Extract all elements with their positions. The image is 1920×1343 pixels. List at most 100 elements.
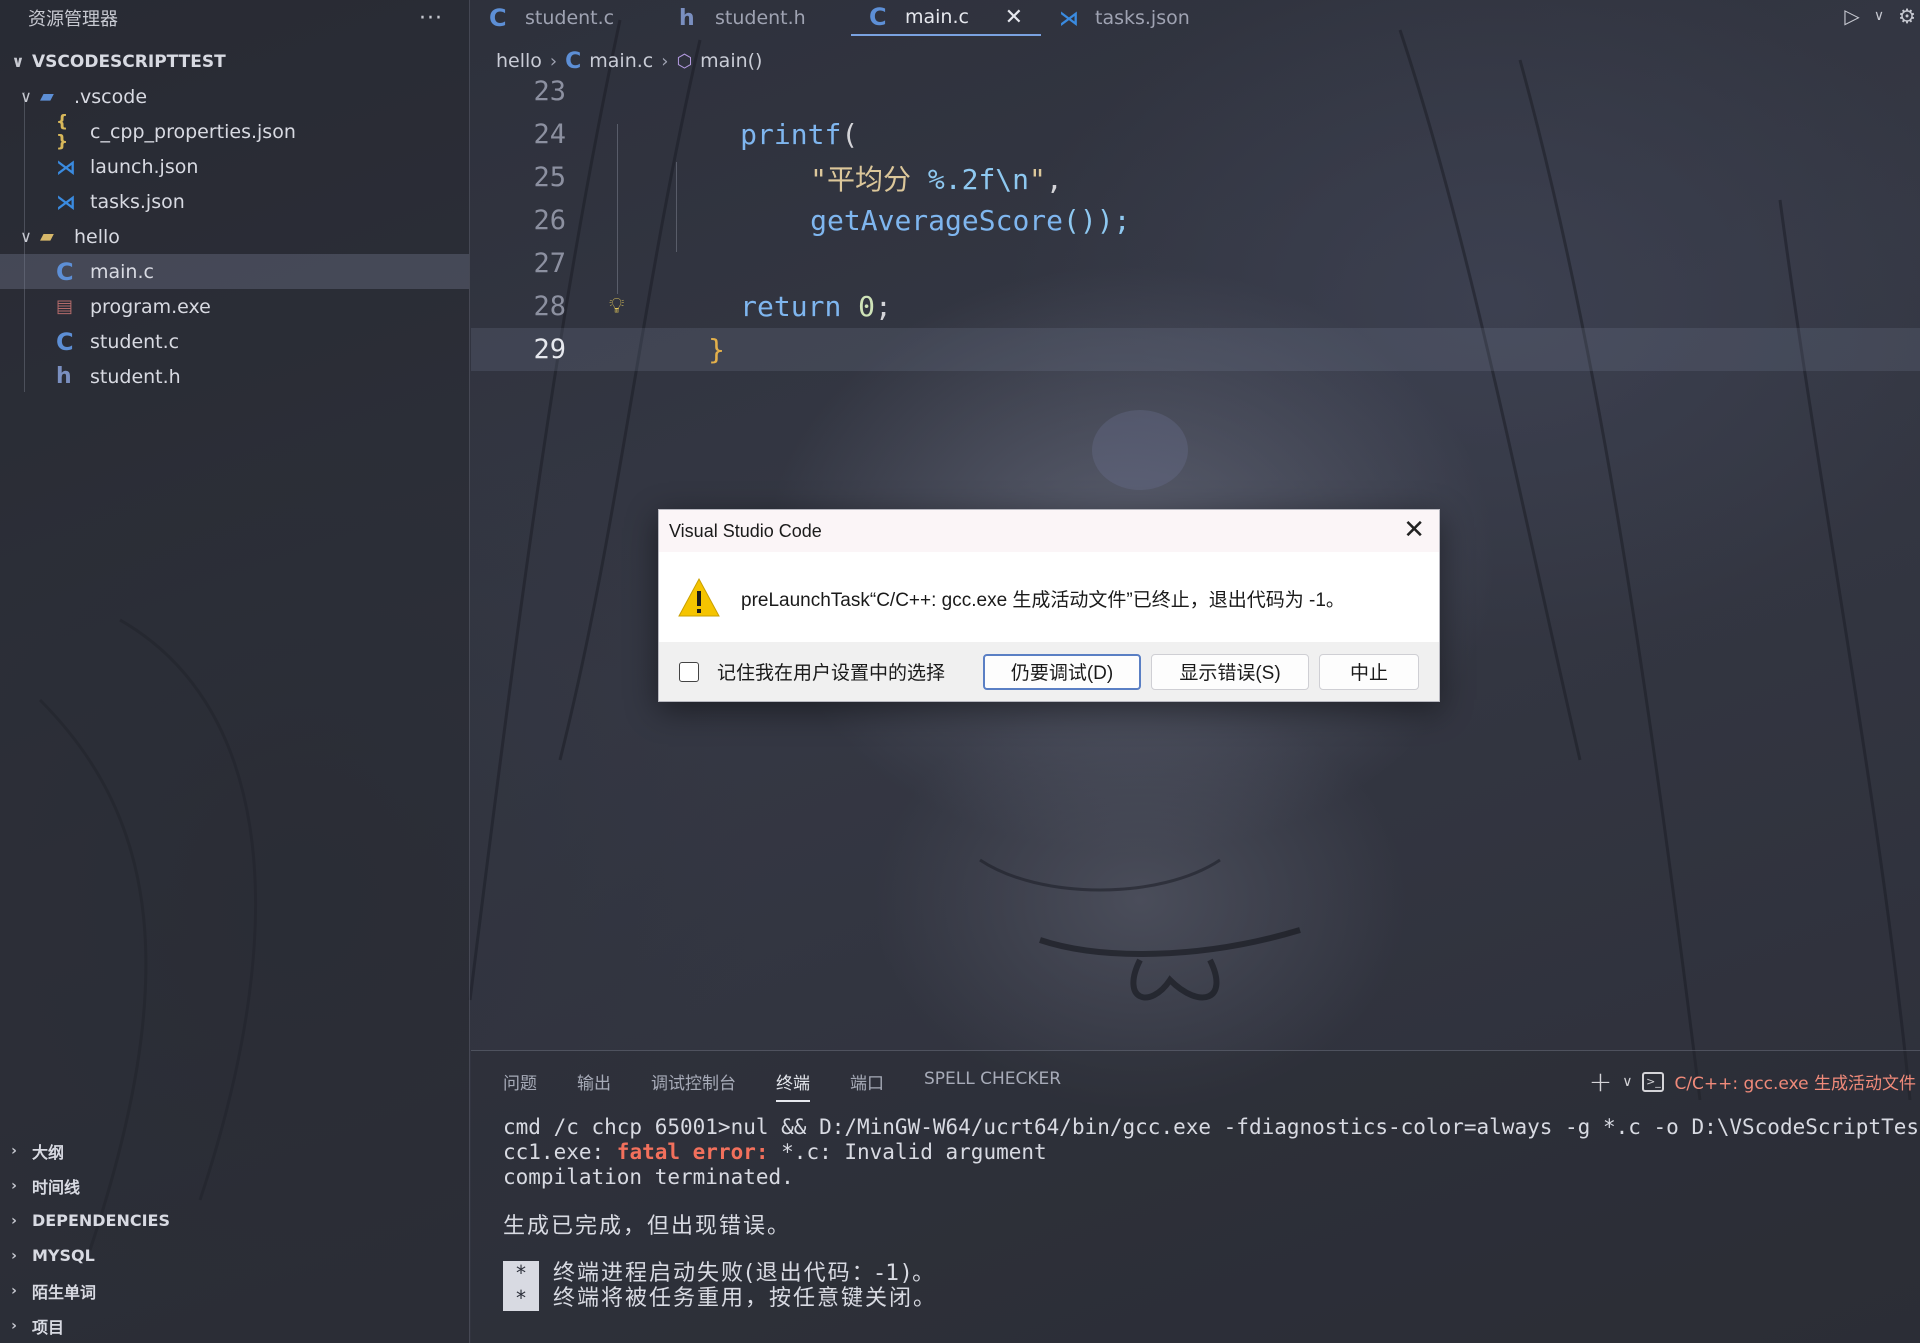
tab-ports[interactable]: 端口 (850, 1069, 884, 1102)
chevron-down-icon: ∨ (20, 227, 32, 246)
section-label: MYSQL (32, 1246, 95, 1265)
chevron-down-icon: ∨ (11, 52, 25, 71)
tab-label: tasks.json (1095, 7, 1190, 29)
chevron-down-icon[interactable]: ∨ (1874, 8, 1884, 28)
dialog-title: Visual Studio Code (669, 520, 822, 541)
close-icon[interactable]: ✕ (1403, 514, 1425, 545)
tab-student-h[interactable]: h student.h (661, 0, 851, 36)
more-actions-icon[interactable]: ··· (419, 6, 443, 31)
code-token: 0 (858, 290, 876, 323)
tab-tasks-json[interactable]: ⋊ tasks.json (1041, 0, 1231, 36)
section-outline[interactable]: › 大纲 (0, 1133, 469, 1168)
terminal-output[interactable]: cmd /c chcp 65001>nul && D:/MinGW-W64/uc… (503, 1115, 1919, 1311)
tab-student-c[interactable]: C student.c (471, 0, 661, 36)
terminal-line: 生成已完成，但出现错误。 (503, 1214, 792, 1239)
chevron-down-icon[interactable]: ∨ (1622, 1074, 1632, 1090)
code-token: ; (875, 290, 892, 323)
tree-item-label: tasks.json (90, 190, 185, 213)
dialog-message: preLaunchTask“C/C++: gcc.exe 生成活动文件”已终止，… (741, 589, 1345, 611)
section-projects[interactable]: › 项目 (0, 1308, 469, 1343)
code-editor[interactable]: 23 24 printf( 25 "平均分 %.2f\n", 26 getAve… (471, 76, 1920, 378)
terminal-line: cmd /c chcp 65001>nul && D:/MinGW-W64/uc… (503, 1115, 1920, 1139)
tree-file-program-exe[interactable]: ▤ program.exe (0, 289, 469, 324)
tree-item-label: student.h (90, 365, 181, 388)
show-errors-button[interactable]: 显示错误(S) (1151, 653, 1310, 690)
tree-folder-vscode[interactable]: ∨ ▰ .vscode (0, 79, 469, 114)
terminal-token: cc1.exe: (503, 1140, 617, 1164)
tab-problems[interactable]: 问题 (503, 1069, 537, 1102)
line-number: 27 (533, 248, 566, 279)
code-token: getAverageScore (810, 204, 1064, 237)
tree-folder-hello[interactable]: ∨ ▰ hello (0, 219, 469, 254)
section-label: 项目 (32, 1317, 65, 1337)
tree-file-student-h[interactable]: h student.h (0, 359, 469, 394)
tab-output[interactable]: 输出 (577, 1069, 611, 1102)
section-mysql[interactable]: › MYSQL (0, 1238, 469, 1273)
chevron-right-icon: › (11, 1282, 17, 1299)
vscode-folder-icon: ▰ (40, 86, 54, 107)
chevron-down-icon: ∨ (20, 87, 32, 106)
bottom-panel: 问题 输出 调试控制台 终端 端口 SPELL CHECKER + ∨ >_ C… (471, 1050, 1920, 1343)
line-number: 26 (533, 205, 566, 236)
terminal-task-name[interactable]: C/C++: gcc.exe 生成活动文件 (1674, 1069, 1916, 1094)
json-file-icon: { } (56, 111, 69, 152)
tree-item-label: main.c (90, 260, 154, 283)
chevron-right-icon: › (549, 50, 558, 72)
dialog-body: preLaunchTask“C/C++: gcc.exe 生成活动文件”已终止，… (659, 552, 1439, 644)
tree-file-tasks[interactable]: ⋊ tasks.json (0, 184, 469, 219)
sidebar-sections: › 大纲 › 时间线 › DEPENDENCIES › MYSQL › 陌生单词 › 项目 (0, 1133, 469, 1343)
folder-open-icon: ▰ (40, 226, 54, 247)
tab-main-c[interactable]: C main.c ✕ (851, 0, 1041, 36)
c-file-icon: C (56, 327, 74, 356)
explorer-header: 资源管理器 ··· (0, 0, 469, 36)
line-number: 25 (533, 162, 566, 193)
code-token: } (708, 333, 726, 366)
star-glyph: * (514, 1286, 528, 1310)
workspace-root[interactable]: ∨ VSCODESCRIPTTEST (0, 44, 469, 79)
tree-file-launch[interactable]: ⋊ launch.json (0, 149, 469, 184)
chevron-right-icon: › (11, 1317, 17, 1334)
terminal-line: compilation terminated. (503, 1165, 794, 1189)
close-icon[interactable]: ✕ (985, 5, 1023, 30)
section-unknown-words[interactable]: › 陌生单词 (0, 1273, 469, 1308)
c-file-icon: C (869, 3, 887, 31)
gear-icon[interactable]: ⚙ (1898, 4, 1916, 28)
tab-spell-checker[interactable]: SPELL CHECKER (924, 1069, 1061, 1102)
terminal-message-block: * * 终端进程启动失败(退出代码：-1)。 终端将被任务重用，按任意键关闭。 (503, 1261, 1919, 1311)
tree-file-main-c[interactable]: C main.c (0, 254, 469, 289)
header-file-icon: h (679, 5, 695, 31)
chevron-right-icon: › (11, 1177, 17, 1194)
panel-actions: + ∨ >_ C/C++: gcc.exe 生成活动文件 (1589, 1065, 1916, 1098)
terminal-line: cc1.exe: fatal error: *.c: Invalid argum… (503, 1140, 1919, 1165)
prelaunch-error-dialog: Visual Studio Code ✕ preLaunchTask“C/C++… (658, 509, 1440, 702)
breadcrumb-symbol[interactable]: main() (700, 50, 762, 72)
dialog-footer: 记住我在用户设置中的选择 仍要调试(D) 显示错误(S) 中止 (659, 642, 1439, 701)
terminal-star-marker: * * (503, 1261, 539, 1311)
code-token: return (740, 290, 842, 323)
tab-terminal[interactable]: 终端 (776, 1069, 810, 1102)
debug-anyway-button[interactable]: 仍要调试(D) (983, 653, 1142, 690)
section-dependencies[interactable]: › DEPENDENCIES (0, 1203, 469, 1238)
terminal-line: 终端将被任务重用，按任意键关闭。 (553, 1286, 938, 1311)
remember-choice-checkbox[interactable] (679, 661, 699, 682)
section-label: 陌生单词 (32, 1282, 97, 1302)
tree-file-c-cpp-properties[interactable]: { } c_cpp_properties.json (0, 111, 469, 152)
tree-file-student-c[interactable]: C student.c (0, 324, 469, 359)
tab-debug-console[interactable]: 调试控制台 (651, 1069, 736, 1102)
new-terminal-icon[interactable]: + (1589, 1065, 1612, 1098)
line-number: 29 (533, 334, 566, 365)
tab-label: main.c (905, 6, 969, 28)
warning-icon (678, 577, 720, 617)
run-debug-icon[interactable]: ▷ (1844, 4, 1859, 28)
chevron-right-icon: › (11, 1212, 17, 1229)
remember-choice-label[interactable]: 记住我在用户设置中的选择 (717, 658, 945, 685)
breadcrumb-folder[interactable]: hello (496, 50, 542, 72)
exe-file-icon: ▤ (56, 296, 74, 317)
vscode-file-icon: ⋊ (1059, 6, 1079, 30)
section-timeline[interactable]: › 时间线 (0, 1168, 469, 1203)
editor-tabs: C student.c h student.h C main.c ✕ ⋊ tas… (471, 0, 1920, 36)
code-line-24: 24 printf( (471, 113, 1920, 156)
vscode-file-icon: ⋊ (56, 154, 76, 179)
breadcrumb-file[interactable]: main.c (589, 50, 653, 72)
abort-button[interactable]: 中止 (1319, 653, 1420, 690)
